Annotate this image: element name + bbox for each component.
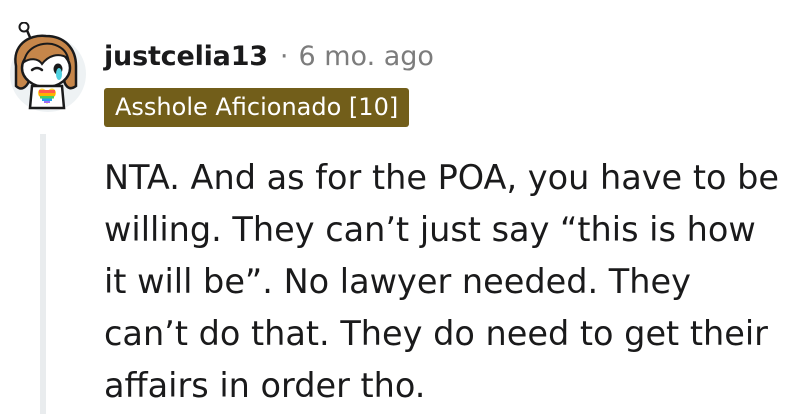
comment-timestamp[interactable]: 6 mo. ago [298,41,433,72]
comment-body: NTA. And as for the POA, you have to be … [104,152,784,412]
comment-header: justcelia13 · 6 mo. ago [104,36,434,76]
user-avatar-icon[interactable] [6,21,90,114]
meta-separator: · [279,40,289,72]
author-username[interactable]: justcelia13 [104,41,268,72]
comment: justcelia13 · 6 mo. ago Asshole Aficiona… [0,0,802,414]
user-flair-badge: Asshole Aficionado [10] [104,88,410,127]
comment-text: NTA. And as for the POA, you have to be … [104,158,779,405]
thread-collapse-line[interactable] [40,134,46,414]
